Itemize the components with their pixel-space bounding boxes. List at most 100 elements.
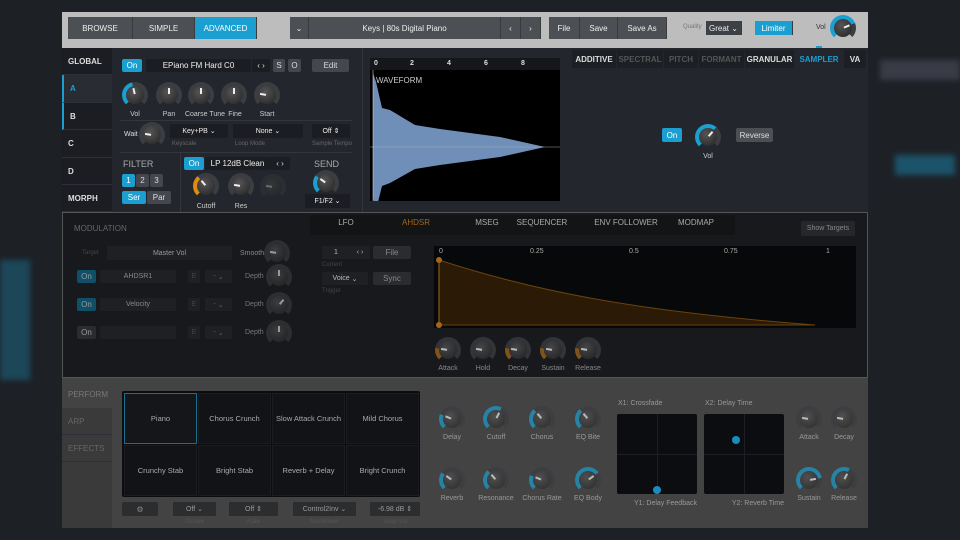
settings-gear-icon[interactable]: ⚙ (122, 502, 158, 516)
perform-cutoff-knob[interactable] (483, 406, 509, 432)
tab-formant[interactable]: FORMANT (699, 50, 744, 68)
mod-row-on-toggle[interactable]: On (77, 326, 96, 339)
mode-advanced[interactable]: ADVANCED (195, 17, 257, 39)
current-prev-next-icon[interactable]: ‹ › (350, 246, 370, 259)
wait-knob[interactable] (139, 122, 165, 148)
perform-eq-bite-knob[interactable] (575, 406, 601, 432)
perform-env-sustain-knob[interactable] (796, 467, 822, 493)
loop-circle-button[interactable]: O (288, 59, 301, 72)
snapshot-pad[interactable]: Crunchy Stab (124, 445, 197, 496)
mod-via-dropdown[interactable]: - ⌄ (205, 326, 232, 339)
snapshot-pad[interactable]: Mild Chorus (346, 393, 419, 444)
snapshot-pad[interactable]: Reverb + Delay (272, 445, 345, 496)
solo-button[interactable]: S (273, 59, 285, 72)
perform-env-attack-knob[interactable] (796, 406, 822, 432)
perform-env-decay-knob[interactable] (831, 406, 857, 432)
snapshot-pad[interactable]: Chorus Crunch (198, 393, 271, 444)
tab-additive[interactable]: ADDITIVE (572, 50, 616, 68)
parallel-button[interactable]: Par (147, 191, 171, 204)
tab-spectral[interactable]: SPECTRAL (617, 50, 663, 68)
sample-tempo-stepper[interactable]: Off ⇕ (312, 124, 350, 138)
preset-menu-chevron-down-icon[interactable]: ⌄ (290, 17, 309, 39)
mode-browse[interactable]: BROWSE (68, 17, 133, 39)
tab-env-follower[interactable]: ENV FOLLOWER (594, 218, 658, 227)
sidebar-c[interactable]: C (62, 130, 112, 158)
mod-e-button[interactable]: E (188, 326, 200, 339)
target-dropdown[interactable]: Master Vol (107, 246, 232, 260)
perform-eq-body-knob[interactable] (575, 467, 601, 493)
env-attack-knob[interactable] (435, 337, 461, 363)
tab-sampler[interactable]: SAMPLER (795, 50, 843, 68)
pan-knob[interactable] (156, 82, 182, 108)
sample-prev-next-icon[interactable]: ‹ › (252, 59, 270, 72)
filter-third-knob[interactable] (260, 174, 286, 200)
tab-sequencer[interactable]: SEQUENCER (517, 218, 568, 227)
save-button[interactable]: Save (580, 17, 618, 39)
mod-source-dropdown[interactable]: Velocity (100, 298, 176, 311)
filter-3-button[interactable]: 3 (150, 174, 163, 187)
start-knob[interactable] (254, 82, 280, 108)
perform-chorus-knob[interactable] (529, 406, 555, 432)
vol-knob[interactable] (122, 82, 148, 108)
master-vol-knob[interactable] (830, 15, 856, 41)
tab-pitch[interactable]: PITCH (664, 50, 698, 68)
octave-control[interactable]: Off ⌄ (173, 502, 216, 516)
res-knob[interactable] (228, 173, 254, 199)
perform-reverb-knob[interactable] (439, 467, 465, 493)
tab-modmap[interactable]: MODMAP (678, 218, 714, 227)
tab-mseg[interactable]: MSEG (475, 218, 499, 227)
tab-granular[interactable]: GRANULAR (745, 50, 794, 68)
trigger-dropdown[interactable]: Voice ⌄ (322, 272, 368, 285)
send-knob[interactable] (313, 170, 339, 196)
sidebar-morph[interactable]: MORPH (62, 185, 112, 212)
prev-preset-icon[interactable]: ‹ (501, 17, 521, 39)
env-hold-knob[interactable] (470, 337, 496, 363)
mod-e-button[interactable]: E (188, 270, 200, 283)
filter-type[interactable]: LP 12dB Clean (205, 157, 270, 170)
serial-button[interactable]: Ser (122, 191, 146, 204)
sidebar-d[interactable]: D (62, 158, 112, 185)
smooth-knob[interactable] (264, 240, 290, 266)
sync-button[interactable]: Sync (373, 272, 411, 285)
xy-handle[interactable] (732, 436, 740, 444)
mod-via-dropdown[interactable]: - ⌄ (205, 270, 232, 283)
filter-on-toggle[interactable]: On (184, 157, 204, 170)
preset-name[interactable]: Keys | 80s Digital Piano (309, 17, 501, 39)
sampler-on-toggle[interactable]: On (662, 128, 682, 142)
tab-arp[interactable]: ARP (62, 408, 112, 435)
perform-resonance-knob[interactable] (483, 467, 509, 493)
rate-control[interactable]: Off ⇕ (229, 502, 278, 516)
edit-button[interactable]: Edit (312, 59, 349, 72)
xy-pad[interactable] (617, 414, 697, 494)
perform-delay-knob[interactable] (439, 406, 465, 432)
sidebar-a[interactable]: A (62, 75, 112, 103)
env-file-button[interactable]: File (373, 246, 411, 259)
file-button[interactable]: File (549, 17, 580, 39)
filter-1-button[interactable]: 1 (122, 174, 135, 187)
coarse-tune-knob[interactable] (188, 82, 214, 108)
mode-simple[interactable]: SIMPLE (133, 17, 195, 39)
mod-row-on-toggle[interactable]: On (77, 298, 96, 311)
tab-perform[interactable]: PERFORM (62, 380, 112, 408)
sample-name[interactable]: EPiano FM Hard C0 (146, 59, 251, 72)
mod-source-dropdown[interactable] (100, 326, 176, 339)
tab-effects[interactable]: EFFECTS (62, 435, 112, 462)
tab-ahdsr[interactable]: AHDSR (402, 218, 430, 227)
cutoff-knob[interactable] (193, 173, 219, 199)
engine-on-toggle[interactable]: On (122, 59, 142, 72)
send-route-dropdown[interactable]: F1/F2 ⌄ (305, 194, 350, 208)
tab-lfo[interactable]: LFO (338, 218, 354, 227)
snapshot-pad[interactable]: Piano (124, 393, 197, 444)
depth-knob[interactable] (266, 320, 292, 346)
env-decay-knob[interactable] (505, 337, 531, 363)
depth-knob[interactable] (266, 292, 292, 318)
limiter-button[interactable]: Limiter (755, 21, 793, 35)
depth-knob[interactable] (266, 264, 292, 290)
mod-e-button[interactable]: E (188, 298, 200, 311)
sidebar-global[interactable]: GLOBAL (62, 48, 112, 75)
tab-va[interactable]: VA (844, 50, 866, 68)
perform-chorus-rate-knob[interactable] (529, 467, 555, 493)
next-preset-icon[interactable]: › (521, 17, 541, 39)
sidebar-b[interactable]: B (62, 103, 112, 130)
env-sustain-knob[interactable] (540, 337, 566, 363)
